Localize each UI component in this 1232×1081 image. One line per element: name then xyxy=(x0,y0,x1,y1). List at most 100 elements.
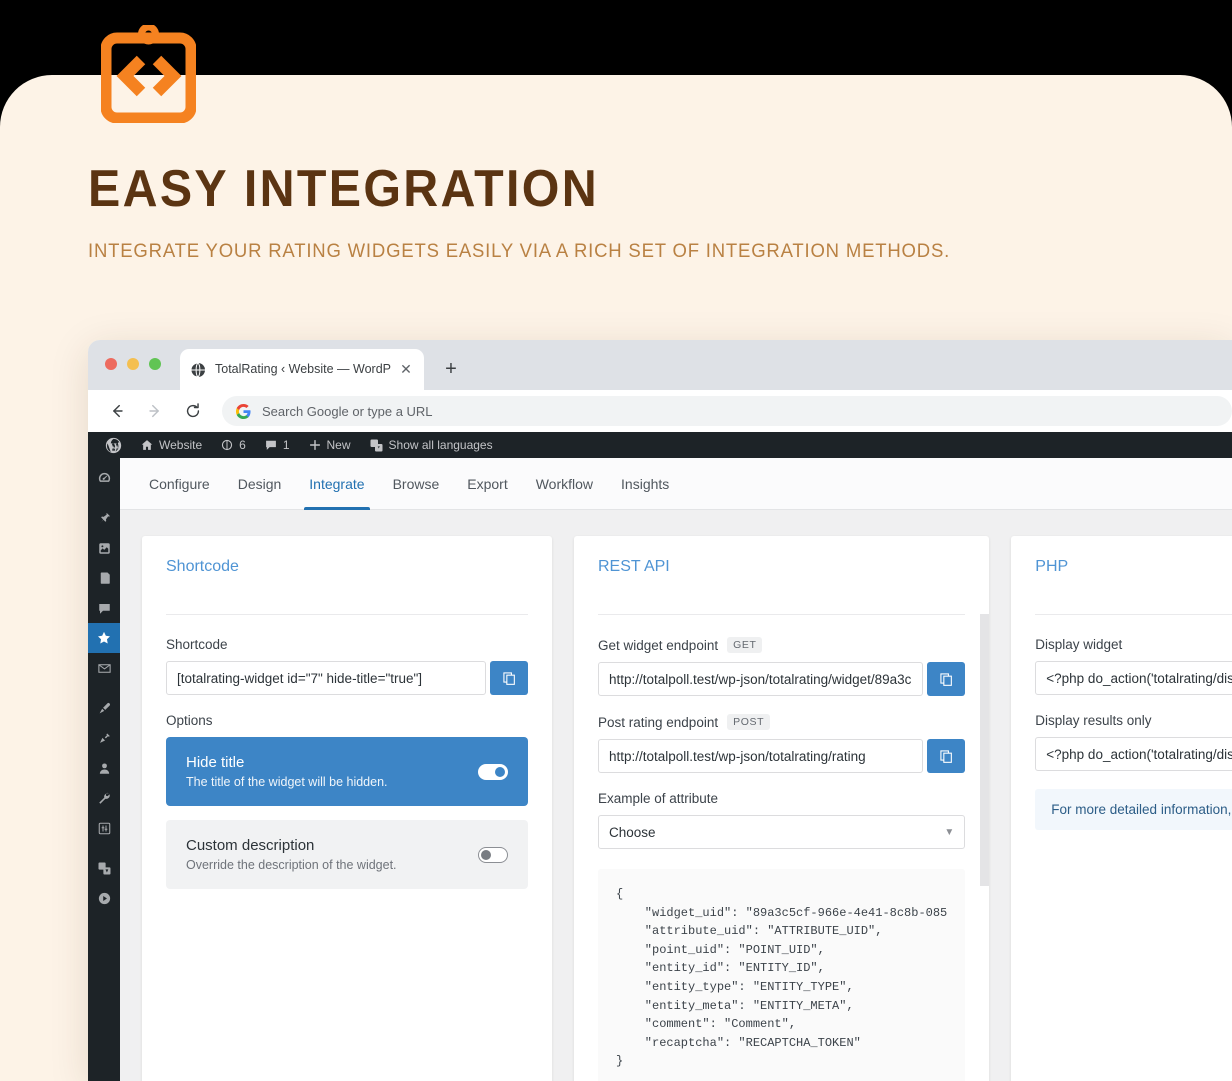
sidebar-item-pages[interactable] xyxy=(88,563,120,593)
close-icon[interactable]: ✕ xyxy=(398,361,414,378)
wp-admin-bar: Website 6 1 New Show all languages xyxy=(88,432,1232,458)
wpbar-label-new: New xyxy=(326,438,351,452)
tab-insights[interactable]: Insights xyxy=(607,458,683,510)
sidebar-item-totalrating[interactable] xyxy=(88,623,120,653)
php-card-head: PHP xyxy=(1011,536,1232,600)
wpbar-item-languages[interactable]: Show all languages xyxy=(360,432,502,458)
tab-export[interactable]: Export xyxy=(453,458,521,510)
post-endpoint-label-text: Post rating endpoint xyxy=(598,714,719,730)
wpbar-item-website[interactable]: Website xyxy=(131,432,211,458)
php-card-body: Display widget <?php do_action('totalrat… xyxy=(1011,615,1232,854)
google-g-icon xyxy=(235,403,251,419)
rest-api-card-head: REST API xyxy=(574,536,989,600)
copy-shortcode-button[interactable] xyxy=(490,661,528,695)
php-card-title: PHP xyxy=(1035,558,1069,575)
sidebar-item-settings[interactable] xyxy=(88,813,120,843)
media-icon xyxy=(98,542,110,554)
chevron-down-icon: ▼ xyxy=(944,826,955,838)
wpbar-item-comments[interactable]: 1 xyxy=(255,432,299,458)
shortcode-field-label-text: Shortcode xyxy=(166,637,228,652)
minimize-window-button[interactable] xyxy=(127,358,139,370)
search-input[interactable]: Search Google or type a URL xyxy=(222,396,1232,426)
shortcode-field-label: Shortcode xyxy=(166,637,528,652)
tab-workflow[interactable]: Workflow xyxy=(522,458,607,510)
browser-tabstrip: TotalRating ‹ Website — WordP ✕ + xyxy=(88,340,1232,390)
wordpress-icon[interactable] xyxy=(96,432,131,458)
home-icon xyxy=(141,440,153,450)
tab-integrate[interactable]: Integrate xyxy=(295,458,378,510)
translate-icon xyxy=(98,862,110,874)
option-custom-description-name: Custom description xyxy=(186,837,315,854)
option-hide-title-desc: The title of the widget will be hidden. xyxy=(186,775,388,789)
maximize-window-button[interactable] xyxy=(149,358,161,370)
sliders-icon xyxy=(98,822,110,834)
rest-api-scrollbar[interactable] xyxy=(980,600,990,1081)
copy-icon xyxy=(502,671,515,685)
wpbar-label-website: Website xyxy=(159,438,203,452)
user-icon xyxy=(99,762,109,774)
sidebar-item-users[interactable] xyxy=(88,753,120,783)
option-custom-description-toggle[interactable] xyxy=(478,846,508,863)
shortcode-card-title: Shortcode xyxy=(166,558,239,575)
sidebar-divider-3 xyxy=(88,843,120,853)
copy-icon xyxy=(940,749,952,763)
new-tab-button[interactable]: + xyxy=(438,356,464,382)
option-hide-title[interactable]: Hide title The title of the widget will … xyxy=(166,737,528,806)
sidebar-item-appearance[interactable] xyxy=(88,693,120,723)
wpbar-item-updates[interactable]: 6 xyxy=(211,432,255,458)
forward-icon[interactable] xyxy=(140,396,170,426)
attribute-label: Example of attribute xyxy=(598,791,965,806)
php-widget-label: Display widget xyxy=(1035,637,1232,652)
post-endpoint-row: http://totalpoll.test/wp-json/totalratin… xyxy=(598,739,966,773)
tab-configure[interactable]: Configure xyxy=(135,458,224,510)
sidebar-item-media[interactable] xyxy=(88,533,120,563)
sidebar-item-posts[interactable] xyxy=(88,503,120,533)
plugin-tabs: Configure Design Integrate Browse Export… xyxy=(120,458,1232,510)
plus-icon xyxy=(309,440,320,450)
sidebar-item-tools[interactable] xyxy=(88,783,120,813)
reload-icon[interactable] xyxy=(178,396,208,426)
page-title: EASY INTEGRATION xyxy=(88,160,600,218)
attribute-select[interactable]: Choose ▼ xyxy=(598,815,966,849)
shortcode-input-row: [totalrating-widget id="7" hide-title="t… xyxy=(166,661,528,695)
option-custom-description[interactable]: Custom description Override the descript… xyxy=(166,820,528,889)
sidebar-item-dashboard[interactable] xyxy=(88,463,120,493)
shortcode-card-body: Shortcode [totalrating-widget id="7" hid… xyxy=(142,615,552,927)
option-custom-description-text: Custom description Override the descript… xyxy=(186,837,397,872)
sidebar-item-comments[interactable] xyxy=(88,593,120,623)
browser-tab[interactable]: TotalRating ‹ Website — WordP ✕ xyxy=(180,349,424,390)
scrollbar-thumb[interactable] xyxy=(980,614,990,886)
get-endpoint-label: Get widget endpoint GET xyxy=(598,637,965,653)
php-card: PHP Display widget <?php do_action('tota… xyxy=(1011,536,1232,1081)
option-hide-title-text: Hide title The title of the widget will … xyxy=(186,754,388,789)
php-widget-input[interactable]: <?php do_action('totalrating/disp xyxy=(1035,661,1232,695)
envelope-icon xyxy=(97,663,111,673)
close-window-button[interactable] xyxy=(105,358,117,370)
copy-post-endpoint-button[interactable] xyxy=(927,739,966,773)
sidebar-item-mail[interactable] xyxy=(88,653,120,683)
back-icon[interactable] xyxy=(102,396,132,426)
get-endpoint-label-text: Get widget endpoint xyxy=(598,637,719,653)
get-endpoint-row: http://totalpoll.test/wp-json/totalratin… xyxy=(598,662,966,696)
brush-icon xyxy=(99,702,110,713)
tab-design[interactable]: Design xyxy=(224,458,296,510)
php-results-label: Display results only xyxy=(1035,713,1232,728)
browser-window: TotalRating ‹ Website — WordP ✕ + Search… xyxy=(88,340,1232,1081)
php-results-input[interactable]: <?php do_action('totalrating/disp xyxy=(1035,737,1232,771)
copy-get-endpoint-button[interactable] xyxy=(927,662,966,696)
get-endpoint-input[interactable]: http://totalpoll.test/wp-json/totalratin… xyxy=(598,662,924,696)
shortcode-input[interactable]: [totalrating-widget id="7" hide-title="t… xyxy=(166,661,486,695)
wpbar-item-new[interactable]: New xyxy=(299,432,360,458)
php-notice: For more detailed information, pl xyxy=(1035,789,1232,830)
sidebar-item-languages[interactable] xyxy=(88,853,120,883)
tab-browse[interactable]: Browse xyxy=(379,458,454,510)
post-endpoint-input[interactable]: http://totalpoll.test/wp-json/totalratin… xyxy=(598,739,924,773)
php-results-label-text: Display results only xyxy=(1035,713,1152,728)
wp-body: Configure Design Integrate Browse Export… xyxy=(88,458,1232,1081)
option-hide-title-toggle[interactable] xyxy=(478,763,508,780)
wpbar-label-updates: 6 xyxy=(239,438,246,452)
integration-cards: Shortcode Shortcode [totalrating-widget … xyxy=(120,510,1232,1081)
sidebar-item-plugins[interactable] xyxy=(88,723,120,753)
sidebar-item-media-player[interactable] xyxy=(88,883,120,913)
star-icon xyxy=(98,631,110,644)
